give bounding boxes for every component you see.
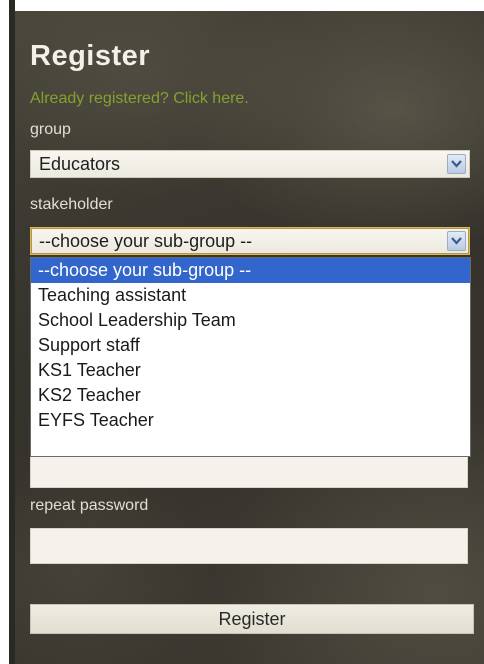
chevron-down-icon[interactable] [447, 154, 466, 174]
group-select[interactable]: Educators [30, 150, 470, 178]
stakeholder-dropdown-list: --choose your sub-group -- Teaching assi… [30, 257, 471, 457]
stakeholder-select-value: --choose your sub-group -- [39, 231, 253, 251]
stakeholder-label: stakeholder [30, 196, 113, 213]
dropdown-option[interactable]: EYFS Teacher [31, 408, 470, 433]
dropdown-option[interactable]: Teaching assistant [31, 283, 470, 308]
dropdown-option[interactable]: School Leadership Team [31, 308, 470, 333]
register-button[interactable]: Register [30, 604, 474, 634]
repeat-password-label: repeat password [30, 497, 149, 514]
stakeholder-select[interactable]: --choose your sub-group -- [30, 227, 470, 255]
page-title: Register [30, 40, 151, 72]
dropdown-option[interactable]: KS1 Teacher [31, 358, 470, 383]
group-select-value: Educators [39, 154, 121, 174]
dropdown-option[interactable]: KS2 Teacher [31, 383, 470, 408]
dropdown-option[interactable]: Support staff [31, 333, 470, 358]
group-label: group [30, 121, 71, 138]
dropdown-option[interactable]: --choose your sub-group -- [31, 258, 470, 283]
login-link[interactable]: Already registered? Click here. [30, 90, 249, 108]
password-field[interactable] [30, 452, 468, 488]
repeat-password-field[interactable] [30, 528, 468, 564]
chevron-down-icon[interactable] [447, 231, 466, 251]
